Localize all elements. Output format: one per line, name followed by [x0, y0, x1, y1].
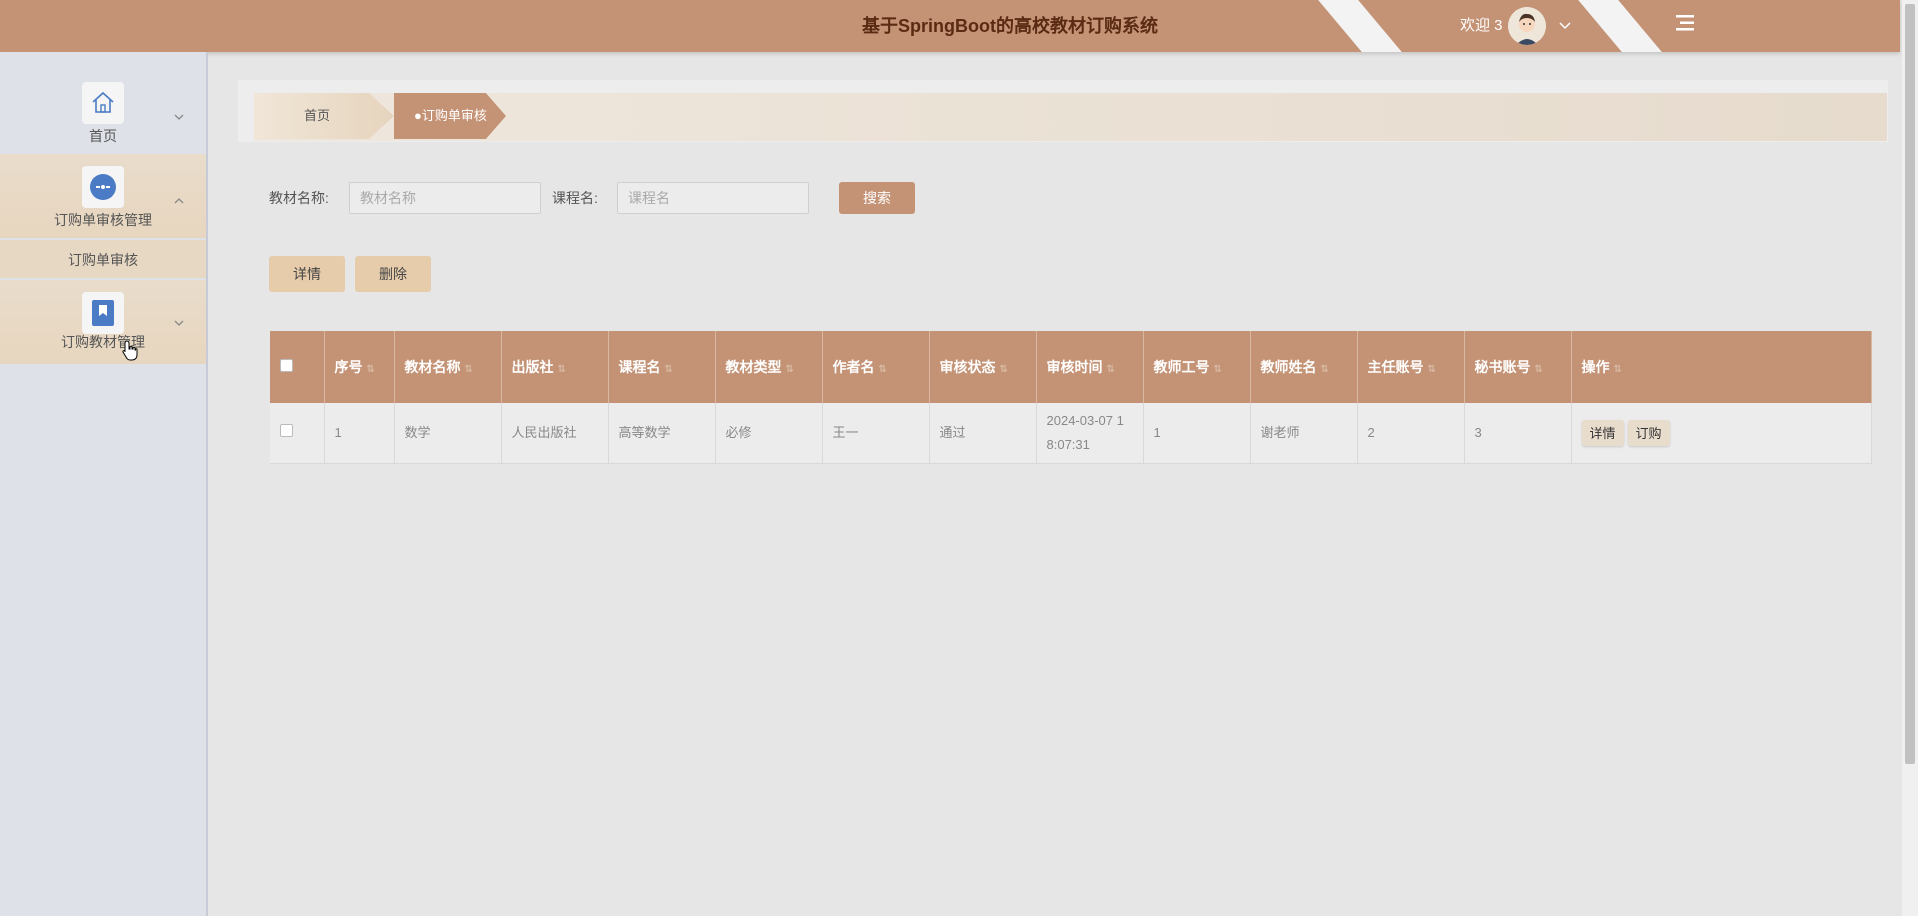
search-button[interactable]: 搜索: [839, 182, 915, 214]
table-row[interactable]: 1 数学 人民出版社 高等数学 必修 王一 通过 2024-03-07 18:0…: [270, 403, 1872, 464]
cell-index: 1: [324, 403, 395, 464]
cell-operations: 详情 订购: [1571, 403, 1872, 464]
row-detail-button[interactable]: 详情: [1581, 419, 1624, 446]
scrollbar-thumb[interactable]: [1905, 4, 1915, 764]
column-header[interactable]: 出版社 ⇅: [501, 331, 609, 403]
cell-time: 2024-03-07 18:07:31: [1036, 403, 1144, 464]
select-all-cell: [270, 331, 325, 403]
sidebar-item-home[interactable]: 首页: [0, 52, 206, 152]
sort-icon: ⇅: [1613, 364, 1622, 375]
sort-icon: ⇅: [557, 364, 566, 375]
sidebar-item-label: 订购教材管理: [61, 334, 145, 350]
bookmark-icon: [82, 292, 124, 334]
breadcrumb-home[interactable]: 首页: [254, 93, 394, 139]
sidebar-subitem-order-review[interactable]: 订购单审核: [0, 240, 206, 278]
order-table: 序号 ⇅ 教材名称 ⇅ 出版社 ⇅ 课程名 ⇅ 教材类型 ⇅ 作者名 ⇅ 审核状态 ⇅ 审核时…: [270, 331, 1872, 464]
cell-course: 高等数学: [608, 403, 716, 464]
select-all-checkbox[interactable]: [280, 359, 293, 372]
row-select-cell: [270, 403, 325, 464]
sidebar-subitem-label: 订购单审核: [68, 252, 138, 268]
sort-icon: ⇅: [878, 364, 887, 375]
course-name-label: 课程名:: [552, 190, 598, 206]
sidebar: 首页 订购单审核管理 订购单审核 订购教材管理: [0, 52, 208, 916]
home-icon: [82, 82, 124, 124]
chevron-down-icon[interactable]: [1556, 16, 1574, 34]
welcome-text: 欢迎 3: [1460, 17, 1503, 34]
sidebar-item-order-review-management[interactable]: 订购单审核管理: [0, 154, 206, 238]
sort-icon: ⇅: [464, 364, 473, 375]
row-order-button[interactable]: 订购: [1627, 419, 1670, 446]
chevron-down-icon: [174, 320, 184, 326]
sort-icon: ⇅: [1427, 364, 1436, 375]
chevron-down-icon: [174, 114, 184, 120]
dots-circle-icon: [82, 166, 124, 208]
column-header[interactable]: 教材名称 ⇅: [394, 331, 502, 403]
cell-publisher: 人民出版社: [501, 403, 609, 464]
sort-icon: ⇅: [664, 364, 673, 375]
column-header[interactable]: 课程名 ⇅: [608, 331, 716, 403]
column-header[interactable]: 教师姓名 ⇅: [1250, 331, 1358, 403]
sort-icon: ⇅: [1106, 364, 1115, 375]
user-avatar[interactable]: [1508, 7, 1546, 45]
sidebar-item-label: 首页: [89, 128, 117, 144]
column-header[interactable]: 教材类型 ⇅: [715, 331, 823, 403]
cell-author: 王一: [822, 403, 930, 464]
delete-button[interactable]: 删除: [355, 256, 431, 292]
row-checkbox[interactable]: [280, 423, 293, 437]
column-header[interactable]: 秘书账号 ⇅: [1464, 331, 1572, 403]
cell-teacher-name: 谢老师: [1250, 403, 1358, 464]
column-header[interactable]: 审核状态 ⇅: [929, 331, 1037, 403]
breadcrumb-current-label: ●订购单审核: [414, 108, 487, 123]
sort-icon: ⇅: [1213, 364, 1222, 375]
column-header[interactable]: 作者名 ⇅: [822, 331, 930, 403]
sort-icon: ⇅: [785, 364, 794, 375]
cell-textbook: 数学: [394, 403, 502, 464]
sort-icon: ⇅: [999, 364, 1008, 375]
table-header-row: 序号 ⇅ 教材名称 ⇅ 出版社 ⇅ 课程名 ⇅ 教材类型 ⇅ 作者名 ⇅ 审核状态 ⇅ 审核时…: [270, 331, 1872, 403]
cell-status: 通过: [929, 403, 1037, 464]
textbook-name-input[interactable]: [349, 182, 541, 214]
page-scrollbar[interactable]: [1902, 0, 1918, 916]
sort-icon: ⇅: [366, 364, 375, 375]
chevron-up-icon: [174, 198, 184, 204]
sidebar-item-ordered-textbook-management[interactable]: 订购教材管理: [0, 280, 206, 364]
column-header[interactable]: 操作 ⇅: [1571, 331, 1872, 403]
top-header: 基于SpringBoot的高校教材订购系统 欢迎 3: [0, 0, 1900, 52]
cell-secretary: 3: [1464, 403, 1572, 464]
cell-type: 必修: [715, 403, 823, 464]
sidebar-item-label: 订购单审核管理: [54, 212, 152, 228]
breadcrumb-current[interactable]: ●订购单审核: [394, 93, 506, 139]
textbook-name-label: 教材名称:: [269, 190, 329, 206]
hand-cursor-icon: [122, 340, 138, 361]
column-header[interactable]: 主任账号 ⇅: [1357, 331, 1465, 403]
cell-director: 2: [1357, 403, 1465, 464]
course-name-input[interactable]: [617, 182, 809, 214]
menu-toggle-icon[interactable]: [1674, 12, 1696, 34]
column-header[interactable]: 教师工号 ⇅: [1143, 331, 1251, 403]
sort-icon: ⇅: [1320, 364, 1329, 375]
sort-icon: ⇅: [1534, 364, 1543, 375]
detail-button[interactable]: 详情: [269, 256, 345, 292]
column-header[interactable]: 审核时间 ⇅: [1036, 331, 1144, 403]
cell-teacher-id: 1: [1143, 403, 1251, 464]
breadcrumb-home-label: 首页: [304, 108, 331, 123]
column-header[interactable]: 序号 ⇅: [324, 331, 395, 403]
